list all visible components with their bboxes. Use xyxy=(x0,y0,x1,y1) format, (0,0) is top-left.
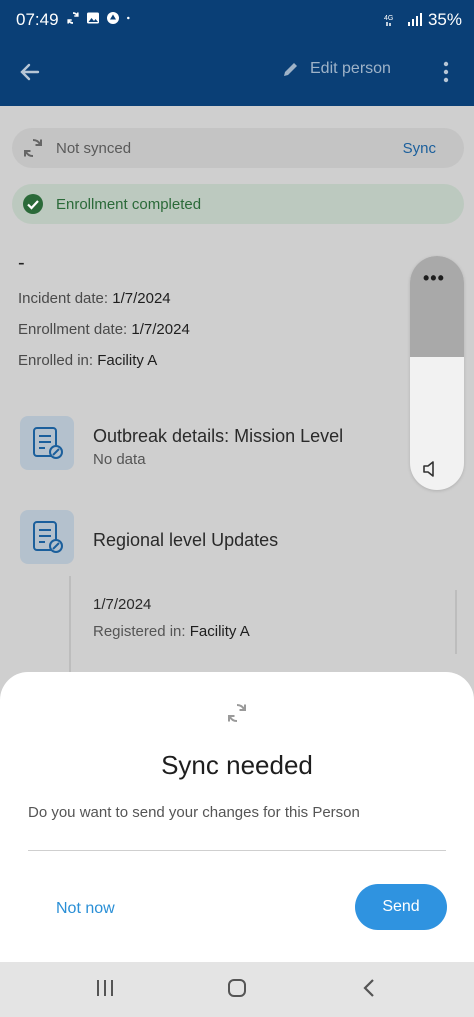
section-outbreak-title[interactable]: Outbreak details: Mission Level xyxy=(93,426,343,447)
enrolled-in-row: Enrolled in: Facility A xyxy=(18,352,157,369)
status-bar: 07:49 4G 35% xyxy=(0,0,474,38)
event-registered-value: Facility A xyxy=(189,623,250,640)
volume-more-icon[interactable]: ••• xyxy=(423,268,445,289)
sync-notification-icon xyxy=(67,12,79,24)
enrollment-status-bar: Enrollment completed xyxy=(12,184,464,224)
signal-icon xyxy=(407,13,422,26)
sync-icon xyxy=(24,138,42,158)
person-name: - xyxy=(18,252,25,274)
home-icon[interactable] xyxy=(225,976,249,1000)
send-button[interactable]: Send xyxy=(355,884,447,930)
back-arrow-icon[interactable] xyxy=(16,58,44,86)
navigation-bar xyxy=(0,962,474,1017)
sync-status-bar: Not synced Sync xyxy=(12,128,464,168)
gallery-notification-icon xyxy=(87,12,99,24)
timeline-line xyxy=(69,576,71,676)
volume-panel[interactable]: ••• xyxy=(410,256,464,490)
enrollment-date-row: Enrollment date: 1/7/2024 xyxy=(18,321,190,338)
status-icons xyxy=(66,11,134,25)
incident-date-row: Incident date: 1/7/2024 xyxy=(18,290,171,307)
enrollment-status-label: Enrollment completed xyxy=(56,196,202,213)
not-now-button[interactable]: Not now xyxy=(56,900,115,918)
dot-icon xyxy=(127,16,130,20)
form-document-icon xyxy=(33,427,63,459)
network-icon: 4G xyxy=(384,15,393,26)
drive-notification-icon xyxy=(107,12,119,24)
status-right: 4G 35% xyxy=(384,10,462,30)
sync-button[interactable]: Sync xyxy=(403,140,436,157)
more-vert-icon[interactable] xyxy=(436,58,456,86)
back-nav-icon[interactable] xyxy=(358,976,382,1000)
pencil-icon xyxy=(284,63,297,76)
event-registered-label: Registered in: xyxy=(93,623,186,640)
event-registered-row: Registered in: Facility A xyxy=(93,623,250,640)
event-date[interactable]: 1/7/2024 xyxy=(93,596,151,613)
edit-person-button[interactable]: Edit person xyxy=(282,60,391,78)
sync-status-label: Not synced xyxy=(56,140,132,157)
dialog-title: Sync needed xyxy=(161,750,313,780)
incident-date-value: 1/7/2024 xyxy=(112,290,171,307)
enrolled-in-value: Facility A xyxy=(97,352,158,369)
sync-icon xyxy=(228,703,246,723)
status-time: 07:49 xyxy=(16,10,59,29)
edit-person-label: Edit person xyxy=(310,60,391,77)
form-document-icon xyxy=(33,521,63,553)
sync-dialog: Sync needed Do you want to send your cha… xyxy=(0,672,474,962)
speaker-icon[interactable] xyxy=(422,460,440,478)
app-bar: Edit person xyxy=(0,38,474,106)
incident-date-label: Incident date: xyxy=(18,290,109,307)
section-regional-title[interactable]: Regional level Updates xyxy=(93,530,278,551)
section-regional-icon-box[interactable] xyxy=(20,510,74,564)
battery-percent: 35% xyxy=(427,10,462,29)
enrolled-in-label: Enrolled in: xyxy=(18,352,94,369)
event-card-edge xyxy=(455,590,457,654)
section-outbreak-icon-box[interactable] xyxy=(20,416,74,470)
recent-apps-icon[interactable] xyxy=(93,976,117,1000)
dialog-divider xyxy=(28,850,446,851)
dialog-message: Do you want to send your changes for thi… xyxy=(28,804,360,821)
enrollment-date-value: 1/7/2024 xyxy=(131,321,190,338)
enrollment-date-label: Enrollment date: xyxy=(18,321,128,338)
section-outbreak-subtitle: No data xyxy=(93,451,146,468)
check-circle-icon xyxy=(23,194,43,214)
svg-text:4G: 4G xyxy=(384,15,393,22)
